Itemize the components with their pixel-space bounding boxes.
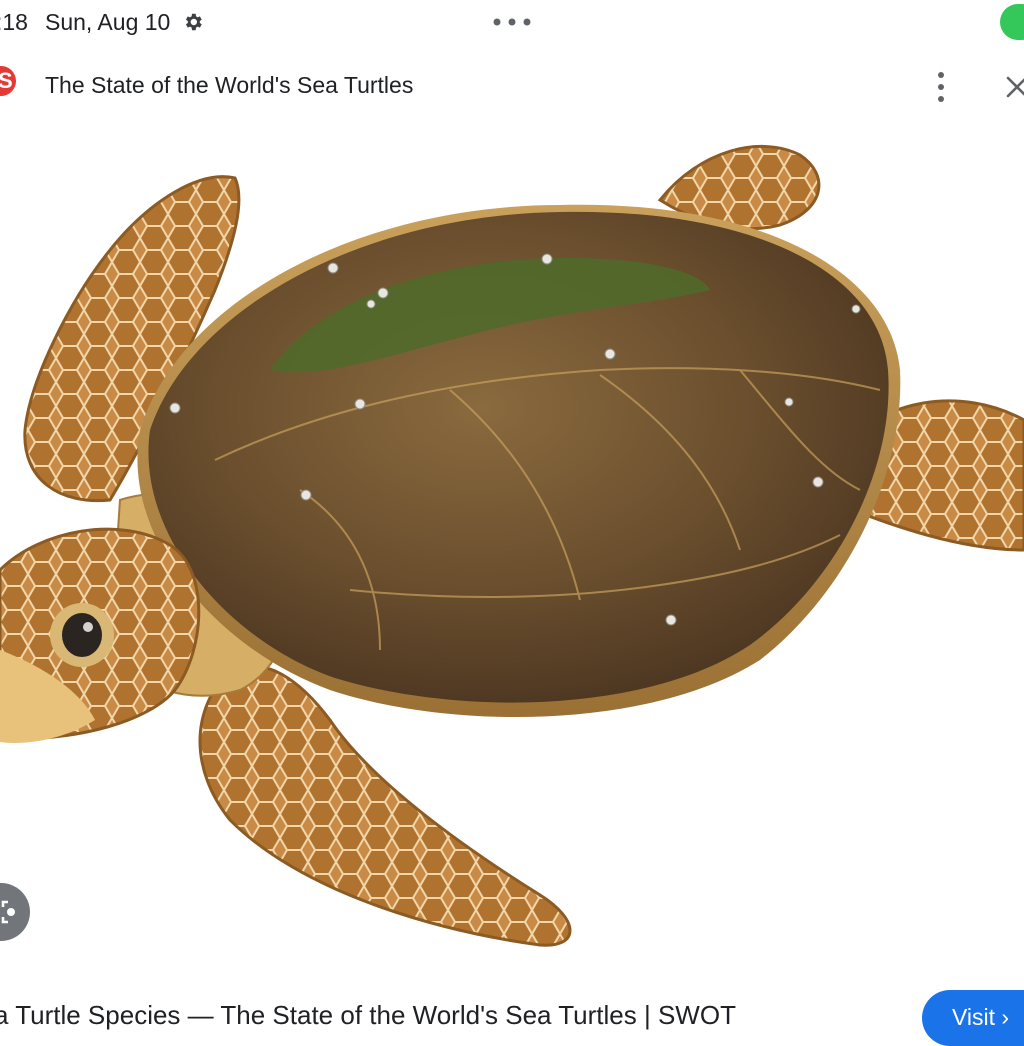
more-vertical-icon[interactable]: [931, 70, 951, 104]
more-horizontal-icon[interactable]: [493, 18, 531, 26]
status-indicator: [1000, 4, 1024, 40]
site-logo-letter: S: [0, 68, 13, 93]
viewer-header: S The State of the World's Sea Turtles: [0, 58, 1024, 116]
site-logo: S: [0, 66, 16, 96]
close-icon[interactable]: [1004, 74, 1024, 100]
page-title[interactable]: The State of the World's Sea Turtles: [45, 72, 413, 99]
image-caption[interactable]: a Turtle Species — The State of the Worl…: [0, 1000, 736, 1031]
status-time: :18: [0, 9, 28, 35]
visit-button-label: Visit ›: [952, 1004, 1010, 1030]
turtle-eye: [62, 613, 102, 657]
status-date: Sun, Aug 10: [45, 9, 171, 35]
visit-button[interactable]: Visit ›: [922, 990, 1024, 1046]
turtle-image[interactable]: [0, 130, 1024, 970]
status-bar: :18 Sun, Aug 10: [0, 0, 1024, 44]
lens-icon: [1, 900, 15, 924]
gear-icon[interactable]: [182, 11, 204, 33]
eye-highlight: [83, 622, 93, 632]
